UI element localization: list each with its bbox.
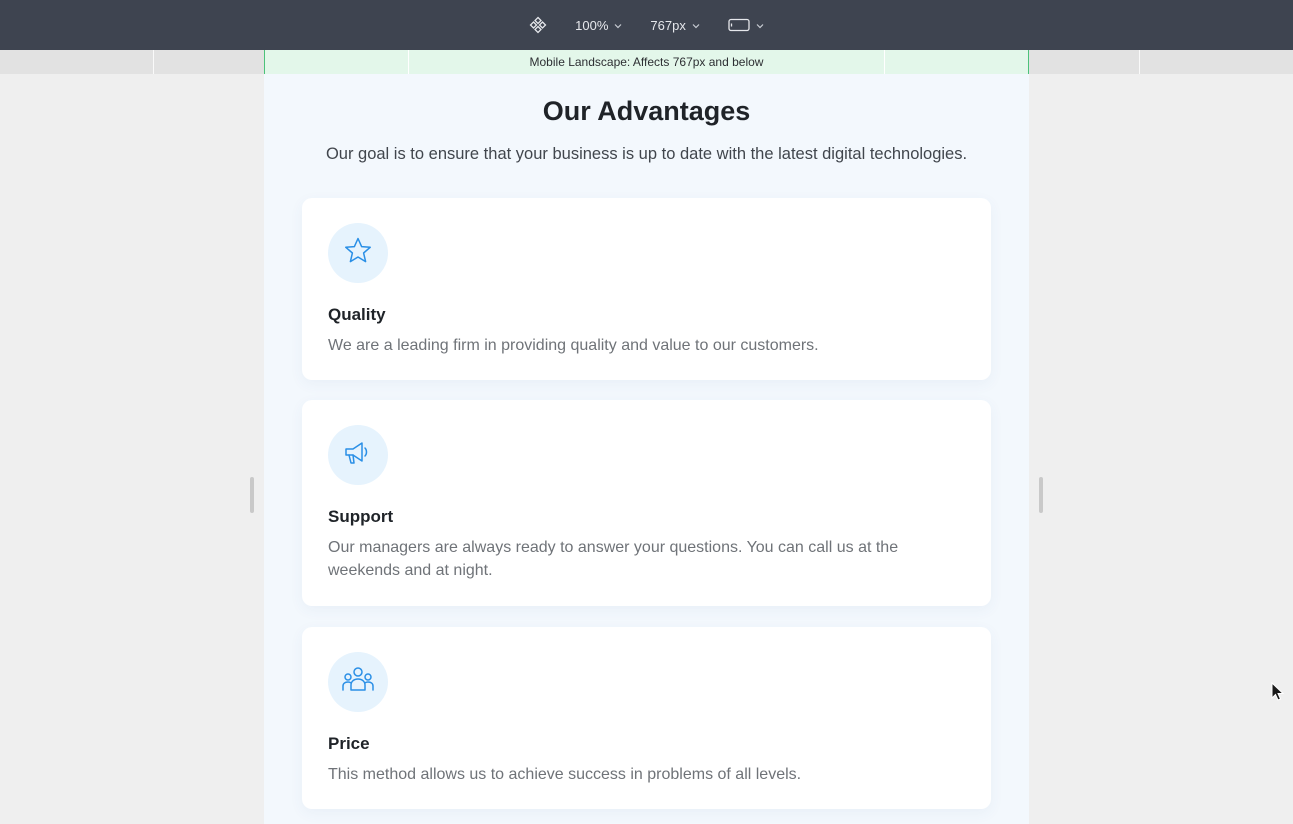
card-title: Quality [328,305,386,324]
breakpoint-tick [884,50,885,74]
chevron-down-icon [692,23,700,29]
card-text: We are a leading firm in providing quali… [328,337,819,354]
users-icon [341,664,375,701]
card-text: This method allows us to achieve success… [328,766,802,783]
card-title: Price [328,734,370,753]
icon-badge [328,223,388,283]
left-resize-handle[interactable] [250,477,254,513]
width-dropdown[interactable]: 767px [636,0,713,50]
card-title: Support [328,507,394,526]
zoom-value: 100% [575,17,609,33]
icon-badge [328,425,388,485]
breakpoint-ruler: Mobile Landscape: Affects 767px and belo… [0,50,1293,74]
responsive-mode-button[interactable] [515,0,561,50]
advantage-card-support: Support Our managers are always ready to… [302,400,991,606]
breakpoint-tick [153,50,154,74]
width-value: 767px [650,17,686,33]
mouse-cursor-icon [1271,681,1285,707]
chevron-down-icon [614,23,622,29]
chevron-down-icon [756,23,764,29]
device-landscape-icon [728,18,750,32]
right-resize-handle[interactable] [1039,477,1043,513]
megaphone-icon [342,437,374,474]
responsive-mode-icon [529,16,547,34]
breakpoint-label: Mobile Landscape: Affects 767px and belo… [529,55,764,69]
card-text: Our managers are always ready to answer … [328,539,899,579]
advantage-card-quality: Quality We are a leading firm in providi… [302,198,991,380]
device-dropdown[interactable] [714,0,778,50]
breakpoint-tick [408,50,409,74]
icon-badge [328,652,388,712]
section-subtitle: Our goal is to ensure that your business… [325,145,968,163]
editor-toolbar: 100% 767px [0,0,1293,50]
star-icon [342,235,374,272]
section-title: Our Advantages [542,96,751,126]
zoom-dropdown[interactable]: 100% [561,0,636,50]
advantage-card-price: Price This method allows us to achieve s… [302,627,991,809]
active-breakpoint[interactable]: Mobile Landscape: Affects 767px and belo… [264,50,1029,74]
preview-canvas: Our Advantages Our goal is to ensure tha… [264,74,1029,824]
breakpoint-tick [1139,50,1140,74]
